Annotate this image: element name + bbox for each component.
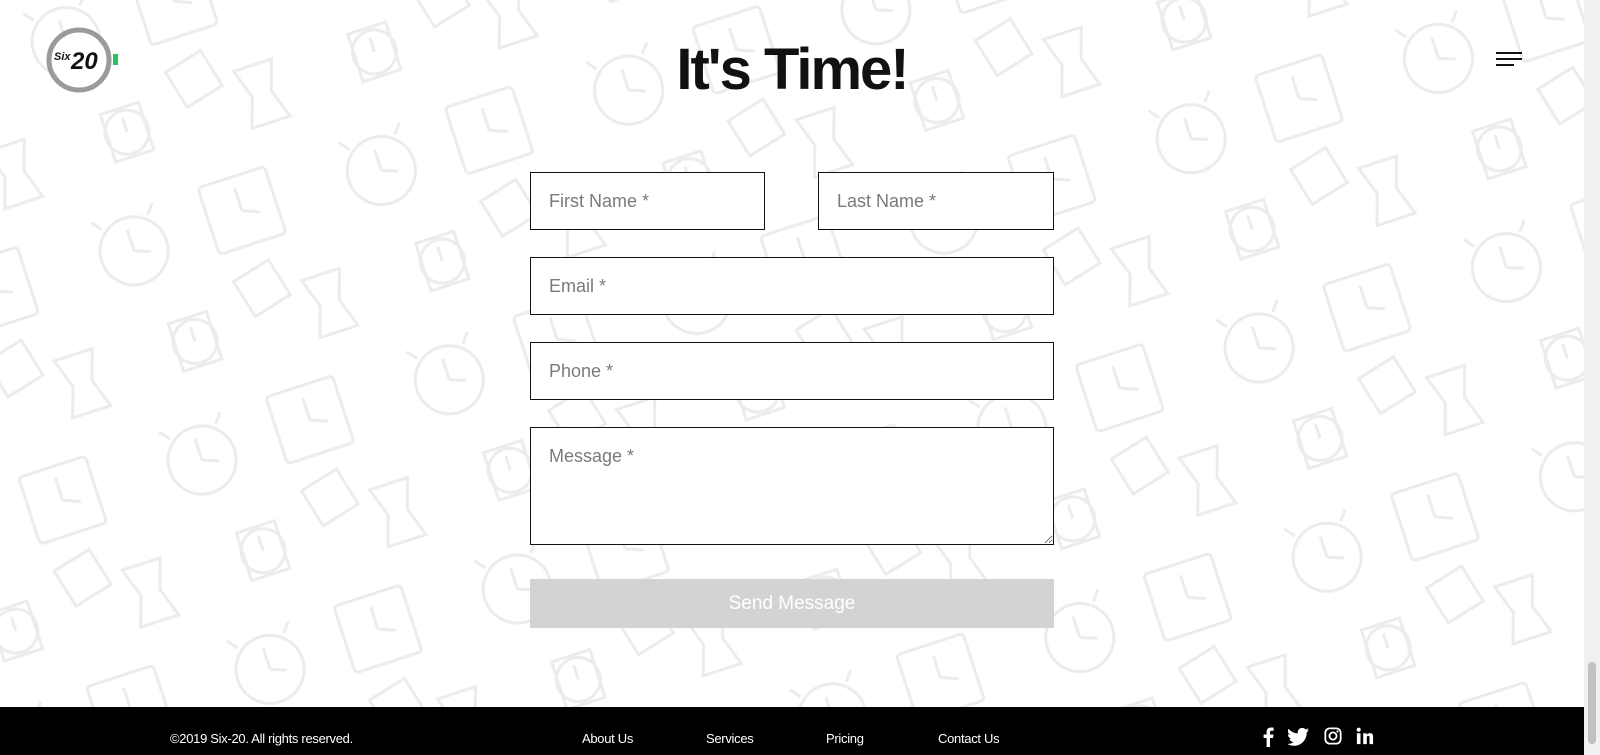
facebook-icon[interactable] (1262, 727, 1274, 747)
menu-line (1496, 58, 1522, 60)
scrollbar-thumb[interactable] (1588, 662, 1596, 744)
email-field[interactable] (530, 257, 1054, 315)
first-name-field[interactable] (530, 172, 765, 230)
linkedin-icon[interactable] (1356, 727, 1376, 747)
footer-link-pricing[interactable]: Pricing (826, 731, 864, 746)
phone-field[interactable] (530, 342, 1054, 400)
instagram-icon[interactable] (1324, 727, 1344, 747)
footer-link-about[interactable]: About Us (582, 731, 633, 746)
footer-link-contact[interactable]: Contact Us (938, 731, 1000, 746)
vertical-scrollbar[interactable] (1584, 0, 1600, 755)
copyright-text: ©2019 Six-20. All rights reserved. (170, 731, 353, 746)
menu-line (1496, 52, 1522, 54)
footer-link-services[interactable]: Services (706, 731, 754, 746)
footer: ©2019 Six-20. All rights reserved. About… (0, 707, 1584, 755)
page: Six 20 It's Time! Send Message ©2019 Six… (0, 0, 1600, 755)
hamburger-menu-icon[interactable] (1496, 50, 1524, 70)
send-message-button[interactable]: Send Message (530, 579, 1054, 628)
twitter-icon[interactable] (1287, 727, 1309, 747)
last-name-field[interactable] (818, 172, 1054, 230)
page-title: It's Time! (676, 37, 909, 102)
menu-line (1496, 64, 1514, 66)
message-field[interactable] (530, 427, 1054, 545)
